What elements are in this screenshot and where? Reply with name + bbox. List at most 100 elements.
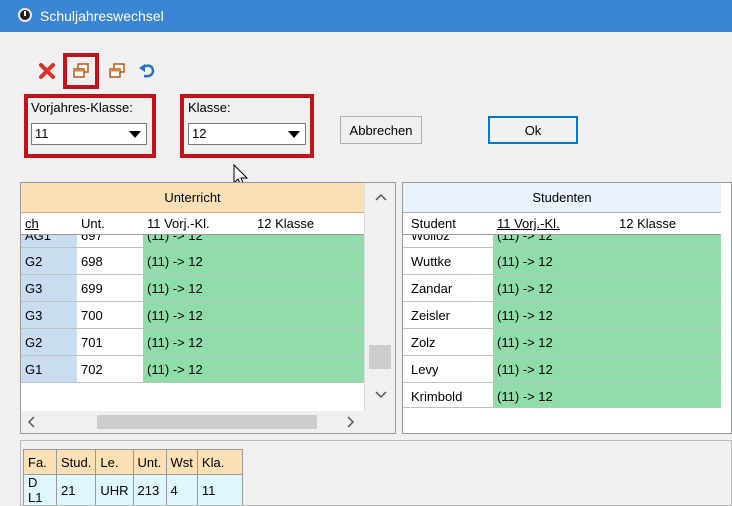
detail-le: UHR [95,474,134,505]
student-move: (11) -> 12 [497,308,553,323]
class-label: Klasse: [188,100,231,115]
student-name: Levy [411,362,439,377]
detail-fa: D L1 [23,474,57,505]
table-row[interactable]: Levy (11) -> 12 [403,356,721,383]
lessons-panel: Unterricht ch Unt. 11 Vorj.-Kl. 12 Klass… [20,182,396,434]
detail-table: Fa. Stud. Le. Unt. Wst Kla. D L1 21 UHR … [23,449,243,505]
table-row[interactable]: G2 701 (11) -> 12 [21,329,364,356]
chevron-down-icon[interactable] [283,124,305,144]
table-row[interactable]: Zolz (11) -> 12 [403,329,721,356]
lessons-column-header: ch Unt. 11 Vorj.-Kl. 12 Klasse [21,213,364,235]
table-row[interactable]: AG1 697 (11) -> 12 [21,235,364,248]
students-column-header: Student 11 Vorj.-Kl. 12 Klasse [403,213,721,235]
col-student[interactable]: Student [411,216,456,231]
delete-button[interactable] [38,62,56,80]
detail-col-kla[interactable]: Kla. [196,449,243,475]
detail-header-row: Fa. Stud. Le. Unt. Wst Kla. [23,449,243,475]
lessons-title: Unterricht [21,183,364,213]
cancel-button[interactable]: Abbrechen [340,116,422,144]
chevron-down-icon[interactable] [124,124,146,144]
lesson-move: (11) -> 12 [147,308,203,323]
clock-icon [18,8,32,22]
col-unt[interactable]: Unt. [81,216,105,231]
col-fach[interactable]: ch [25,216,39,231]
class-value: 12 [192,126,207,141]
student-name: Krimbold [411,389,463,404]
chevron-left-icon[interactable] [27,416,35,428]
lesson-unt: 700 [81,308,103,323]
student-move: (11) -> 12 [497,235,553,243]
table-row[interactable]: G2 698 (11) -> 12 [21,248,364,275]
copy-windows-icon [109,63,125,78]
prev-class-value: 11 [35,126,49,141]
lesson-move: (11) -> 12 [147,335,203,350]
student-name: Wolloz [411,235,450,243]
table-row[interactable]: Krimbold (11) -> 12 [403,383,721,408]
lesson-unt: 701 [81,335,103,350]
detail-col-unt[interactable]: Unt. [132,449,167,475]
lesson-fach: G1 [25,362,43,377]
col-prev-class[interactable]: 11 Vorj.-Kl. [497,216,560,231]
window-client-area: Vorjahres-Klasse: 11 Klasse: 12 Abbreche… [0,32,732,506]
student-name: Zeisler [411,308,451,323]
lesson-unt: 698 [81,254,103,269]
students-panel: Studenten Student 11 Vorj.-Kl. 12 Klasse… [402,182,732,434]
detail-col-wst[interactable]: Wst [165,449,198,475]
title-bar: Schuljahreswechsel [0,0,732,32]
detail-col-le[interactable]: Le. [95,449,134,475]
prev-class-select[interactable]: 11 [31,123,147,145]
detail-wst: 4 [165,474,198,505]
students-title: Studenten [403,183,721,213]
scroll-thumb[interactable] [369,345,391,369]
chevron-right-icon[interactable] [347,416,355,428]
scroll-thumb[interactable] [97,415,317,429]
table-row[interactable]: Zeisler (11) -> 12 [403,302,721,329]
window-title: Schuljahreswechsel [40,8,164,24]
lesson-unt: 697 [81,235,103,243]
table-row[interactable]: G3 700 (11) -> 12 [21,302,364,329]
student-name: Zolz [411,335,436,350]
chevron-up-icon[interactable] [375,193,387,201]
delete-icon [39,63,55,79]
student-move: (11) -> 12 [497,335,553,350]
prev-class-label: Vorjahres-Klasse: [31,100,133,115]
copy-button-2[interactable] [108,62,126,80]
col-class[interactable]: 12 Klasse [619,216,676,231]
student-name: Zandar [411,281,453,296]
class-select[interactable]: 12 [188,123,306,145]
table-row[interactable]: Zandar (11) -> 12 [403,275,721,302]
ok-button[interactable]: Ok [488,116,578,144]
undo-button[interactable] [138,62,156,80]
chevron-down-icon[interactable] [375,391,387,399]
detail-panel: Fa. Stud. Le. Unt. Wst Kla. D L1 21 UHR … [20,440,732,506]
detail-col-fa[interactable]: Fa. [23,449,57,475]
student-name: Wuttke [411,254,452,269]
lessons-horizontal-scrollbar[interactable] [21,411,395,433]
copy-windows-icon [73,63,89,78]
col-prev-class[interactable]: 11 Vorj.-Kl. [147,216,210,231]
lesson-fach: G3 [25,308,43,323]
lesson-fach: G3 [25,281,43,296]
lesson-move: (11) -> 12 [147,254,203,269]
lesson-unt: 702 [81,362,103,377]
detail-row[interactable]: D L1 21 UHR 213 4 11 [23,474,243,505]
detail-col-stud[interactable]: Stud. [55,449,97,475]
student-move: (11) -> 12 [497,389,553,404]
table-row[interactable]: G1 702 (11) -> 12 [21,356,364,383]
table-row[interactable]: G3 699 (11) -> 12 [21,275,364,302]
detail-stud: 21 [55,474,97,505]
student-move: (11) -> 12 [497,362,553,377]
detail-kla: 11 [196,474,243,505]
table-row[interactable]: Wuttke (11) -> 12 [403,248,721,275]
lessons-vertical-scrollbar[interactable] [364,183,395,411]
col-class[interactable]: 12 Klasse [257,216,314,231]
lesson-fach: G2 [25,254,43,269]
undo-icon [139,64,155,78]
table-row[interactable]: Wolloz (11) -> 12 [403,235,721,248]
copy-button[interactable] [72,62,90,80]
lesson-fach: AG1 [25,235,52,243]
lesson-move: (11) -> 12 [147,362,203,377]
lesson-unt: 699 [81,281,103,296]
student-move: (11) -> 12 [497,254,553,269]
student-move: (11) -> 12 [497,281,553,296]
